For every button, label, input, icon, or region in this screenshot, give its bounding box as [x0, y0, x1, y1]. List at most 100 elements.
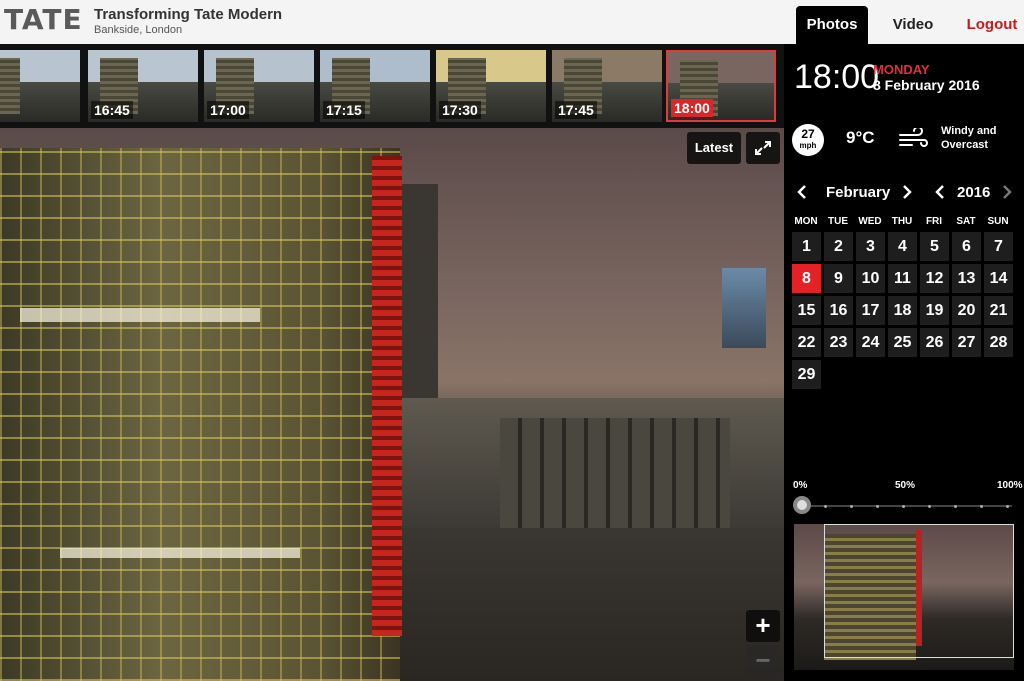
wind-unit: mph — [799, 141, 817, 150]
scrubber-tick — [824, 505, 827, 508]
thumbnail-building — [0, 58, 20, 114]
tab-video[interactable]: Video — [878, 6, 948, 44]
calendar-day[interactable]: 2 — [824, 232, 853, 261]
current-time: 18:00 — [794, 58, 880, 96]
photo-red-crane — [372, 156, 402, 636]
calendar-day[interactable]: 16 — [824, 296, 853, 325]
calendar-day[interactable]: 5 — [920, 232, 949, 261]
thumbnail-time: 17:15 — [323, 101, 365, 119]
page-subtitle: Bankside, London — [94, 24, 183, 36]
weather-condition-line1: Windy and — [941, 125, 997, 137]
app-root: TATE Transforming Tate Modern Bankside, … — [0, 0, 1024, 681]
latest-button[interactable]: Latest — [687, 132, 741, 164]
weekday-header: SUN — [987, 216, 1009, 227]
wind-speed-badge: 27 mph — [792, 124, 824, 156]
scrubber-label-mid: 50% — [895, 480, 916, 491]
scrubber-label-end: 100% — [997, 480, 1023, 491]
calendar-day[interactable]: 15 — [792, 296, 821, 325]
calendar-day[interactable]: 18 — [888, 296, 917, 325]
weekday-header: TUE — [828, 216, 848, 227]
thumbnail[interactable]: 17:15 — [320, 50, 430, 122]
thumbnail[interactable]: 17:00 — [204, 50, 314, 122]
main-photo[interactable]: Latest + − — [0, 128, 784, 681]
minimap-viewport-frame[interactable] — [824, 524, 1014, 658]
temperature: 9°C — [846, 128, 875, 147]
next-year-icon[interactable] — [999, 182, 1015, 202]
wind-speed: 27 — [801, 127, 815, 141]
scrubber-tick — [850, 505, 853, 508]
calendar-day[interactable]: 17 — [856, 296, 885, 325]
calendar-day[interactable]: 1 — [792, 232, 821, 261]
weekday-header: MON — [794, 216, 818, 227]
calendar-day[interactable]: 23 — [824, 328, 853, 357]
thumbnail-time: 18:00 — [671, 99, 713, 117]
logout-link[interactable]: Logout — [964, 6, 1020, 44]
scrubber-handle[interactable] — [793, 496, 811, 514]
prev-month-icon[interactable] — [794, 182, 810, 202]
thumbnail[interactable]: 18:00 — [666, 50, 776, 122]
photo-skyscraper — [722, 268, 766, 348]
calendar-day[interactable]: 24 — [856, 328, 885, 357]
scrubber-tick — [902, 505, 905, 508]
calendar-day[interactable]: 3 — [856, 232, 885, 261]
weekday-header: SAT — [956, 216, 976, 227]
weather-condition-line2: Overcast — [941, 139, 989, 151]
weather-condition: Windy and Overcast — [941, 124, 1021, 152]
calendar-day[interactable]: 6 — [952, 232, 981, 261]
calendar-day[interactable]: 19 — [920, 296, 949, 325]
tate-logo[interactable]: TATE — [4, 3, 83, 36]
side-panel: 18:00 MONDAY 8 February 2016 27 mph 9°C … — [784, 44, 1024, 681]
thumbnail-strip: 30 16:45 17:00 17:15 17:30 17:45 18:00 — [0, 44, 784, 128]
photo-chimney-tower — [400, 184, 438, 424]
minimap[interactable] — [794, 524, 1014, 670]
thumbnail-time: 16:45 — [91, 101, 133, 119]
thumbnail[interactable]: 17:30 — [436, 50, 546, 122]
calendar-month: February — [826, 184, 891, 201]
fullscreen-button[interactable] — [746, 132, 780, 164]
page-title: Transforming Tate Modern — [94, 6, 283, 23]
thumbnail-time: 17:45 — [555, 101, 597, 119]
zoom-in-button[interactable]: + — [746, 610, 780, 642]
thumbnail[interactable]: 17:45 — [552, 50, 662, 122]
thumbnail-time: 17:00 — [207, 101, 249, 119]
photo-floor-light — [60, 548, 300, 558]
calendar-day[interactable]: 28 — [984, 328, 1013, 357]
calendar-day[interactable]: 26 — [920, 328, 949, 357]
calendar-day[interactable]: 4 — [888, 232, 917, 261]
calendar-day[interactable]: 13 — [952, 264, 981, 293]
calendar-day[interactable]: 7 — [984, 232, 1013, 261]
calendar-day[interactable]: 8 — [792, 264, 821, 293]
calendar-day[interactable]: 11 — [888, 264, 917, 293]
calendar-day[interactable]: 9 — [824, 264, 853, 293]
weekday-header: FRI — [925, 216, 943, 227]
calendar-day[interactable]: 12 — [920, 264, 949, 293]
weekday-header: THU — [891, 216, 913, 227]
thumbnail[interactable]: 30 — [0, 50, 80, 122]
prev-year-icon[interactable] — [932, 182, 948, 202]
tab-photos[interactable]: Photos — [796, 6, 868, 44]
calendar-day[interactable]: 14 — [984, 264, 1013, 293]
tab-bar: Photos Video Logout — [784, 0, 1024, 44]
photo-power-station-windows — [500, 418, 730, 528]
next-month-icon[interactable] — [899, 182, 915, 202]
thumbnail-time: 17:30 — [439, 101, 481, 119]
photo-floor-light — [20, 308, 260, 322]
calendar-day[interactable]: 21 — [984, 296, 1013, 325]
wind-icon — [899, 128, 928, 147]
calendar-day[interactable]: 22 — [792, 328, 821, 357]
calendar-day[interactable]: 10 — [856, 264, 885, 293]
thumbnail[interactable]: 16:45 — [88, 50, 198, 122]
weekday-header: WED — [858, 216, 882, 227]
calendar-day[interactable]: 29 — [792, 360, 821, 389]
site-header: TATE Transforming Tate Modern Bankside, … — [0, 0, 784, 44]
zoom-out-button[interactable]: − — [746, 645, 780, 677]
scrubber-tick — [954, 505, 957, 508]
calendar-year: 2016 — [957, 184, 991, 201]
scrubber-tick — [980, 505, 983, 508]
scrubber-tick — [928, 505, 931, 508]
scrubber-tick — [1006, 505, 1009, 508]
expand-icon — [755, 141, 771, 155]
calendar-day[interactable]: 20 — [952, 296, 981, 325]
calendar-day[interactable]: 25 — [888, 328, 917, 357]
calendar-day[interactable]: 27 — [952, 328, 981, 357]
